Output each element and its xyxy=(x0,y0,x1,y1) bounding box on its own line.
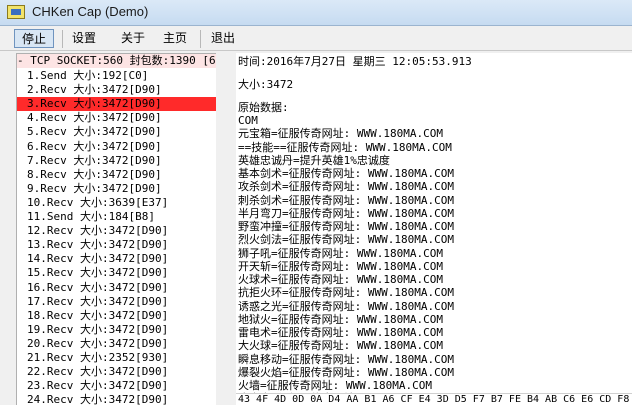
raw-data-line: 刺杀剑术=征服传奇网址: WWW.180MA.COM xyxy=(238,193,454,207)
packet-list-item[interactable]: 2.Recv 大小:3472[D90] xyxy=(17,83,216,97)
raw-data-line: 大火球=征服传奇网址: WWW.180MA.COM xyxy=(238,339,443,353)
raw-data-label: 原始数据: xyxy=(238,101,289,114)
raw-data-line: 雷电术=征服传奇网址: WWW.180MA.COM xyxy=(238,326,443,339)
raw-data-line: 野蛮冲撞=征服传奇网址: WWW.180MA.COM xyxy=(238,220,454,233)
raw-data-line: 攻杀剑术=征服传奇网址: WWW.180MA.COM xyxy=(238,180,454,194)
packet-list-item[interactable]: 5.Recv 大小:3472[D90] xyxy=(17,125,216,139)
app-icon xyxy=(7,5,25,19)
raw-data-line: COM xyxy=(238,114,258,127)
packet-list-item[interactable]: 4.Recv 大小:3472[D90] xyxy=(17,111,216,125)
packet-size: 大小:3472 xyxy=(238,78,294,91)
packet-tree[interactable]: - TCP SOCKET:560 封包数:1390 [60. 1.Send 大小… xyxy=(16,53,216,405)
title-bar: CHKen Cap (Demo) xyxy=(0,0,632,26)
toolbar-separator xyxy=(200,30,201,48)
hex-dump: 43 4F 4D 0D 0A D4 AA B1 A6 CF E4 3D D5 F… xyxy=(236,393,632,405)
raw-data-line: 狮子吼=征服传奇网址: WWW.180MA.COM xyxy=(238,246,443,260)
settings-button[interactable]: 设置 xyxy=(66,29,102,48)
packet-list-item[interactable]: 21.Recv 大小:2352[930] xyxy=(17,351,216,365)
packet-list-item[interactable]: 23.Recv 大小:3472[D90] xyxy=(17,379,216,393)
raw-data-line: 爆裂火焰=征服传奇网址: WWW.180MA.COM xyxy=(238,365,454,379)
about-button[interactable]: 关于 xyxy=(115,29,151,48)
raw-data-line: 元宝箱=征服传奇网址: WWW.180MA.COM xyxy=(238,127,443,141)
packet-list-item[interactable]: 3.Recv 大小:3472[D90] xyxy=(17,97,216,112)
raw-data-line: 开天斩=征服传奇网址: WWW.180MA.COM xyxy=(238,259,443,273)
exit-button[interactable]: 退出 xyxy=(205,29,241,48)
raw-data-line: 火球术=征服传奇网址: WWW.180MA.COM xyxy=(238,273,443,286)
stop-button[interactable]: 停止 xyxy=(14,29,54,48)
packet-list-item[interactable]: 10.Recv 大小:3639[E37] xyxy=(17,196,216,210)
packet-list-item[interactable]: 14.Recv 大小:3472[D90] xyxy=(17,252,216,266)
raw-data-line: 火墙=征服传奇网址: WWW.180MA.COM xyxy=(238,379,432,392)
packet-list-item[interactable]: 19.Recv 大小:3472[D90] xyxy=(17,323,216,337)
packet-list-item[interactable]: 22.Recv 大小:3472[D90] xyxy=(17,365,216,379)
raw-data-line: 烈火剑法=征服传奇网址: WWW.180MA.COM xyxy=(238,233,454,247)
packet-list-item[interactable]: 9.Recv 大小:3472[D90] xyxy=(17,182,216,196)
raw-data-line: 瞬息移动=征服传奇网址: WWW.180MA.COM xyxy=(238,352,454,366)
window-title: CHKen Cap (Demo) xyxy=(32,4,149,19)
raw-data-line: 诱惑之光=征服传奇网址: WWW.180MA.COM xyxy=(238,299,454,313)
packet-list-item[interactable]: 24.Recv 大小:3472[D90] xyxy=(17,393,216,405)
raw-data-line: ==技能==征服传奇网址: WWW.180MA.COM xyxy=(238,140,452,154)
packet-list-item[interactable]: 20.Recv 大小:3472[D90] xyxy=(17,337,216,351)
packet-list-item[interactable]: 13.Recv 大小:3472[D90] xyxy=(17,238,216,252)
toolbar-separator xyxy=(62,30,63,48)
raw-data-line: 抗拒火环=征服传奇网址: WWW.180MA.COM xyxy=(238,286,454,300)
raw-data-line: 英雄忠诚丹=提升英雄1%忠诚度 xyxy=(238,153,390,167)
packet-list-item[interactable]: 12.Recv 大小:3472[D90] xyxy=(17,224,216,238)
raw-data-line: 地狱火=征服传奇网址: WWW.180MA.COM xyxy=(238,312,443,326)
packet-list-item[interactable]: 15.Recv 大小:3472[D90] xyxy=(17,266,216,280)
tree-root-node[interactable]: - TCP SOCKET:560 封包数:1390 [60. xyxy=(17,54,216,68)
packet-list-item[interactable]: 17.Recv 大小:3472[D90] xyxy=(17,295,216,309)
home-button[interactable]: 主页 xyxy=(157,29,193,48)
pane-splitter[interactable] xyxy=(216,53,236,405)
packet-list-item[interactable]: 18.Recv 大小:3472[D90] xyxy=(17,309,216,323)
packet-list-item[interactable]: 6.Recv 大小:3472[D90] xyxy=(17,140,216,154)
packet-list-item[interactable]: 1.Send 大小:192[C0] xyxy=(17,69,216,83)
raw-data-line: 半月弯刀=征服传奇网址: WWW.180MA.COM xyxy=(238,206,454,220)
packet-detail-pane[interactable]: 时间:2016年7月27日 星期三 12:05:53.913 大小:3472 原… xyxy=(236,53,632,405)
packet-list-item[interactable]: 8.Recv 大小:3472[D90] xyxy=(17,168,216,182)
packet-list-item[interactable]: 7.Recv 大小:3472[D90] xyxy=(17,154,216,168)
raw-data-line: 基本剑术=征服传奇网址: WWW.180MA.COM xyxy=(238,167,454,180)
packet-time: 时间:2016年7月27日 星期三 12:05:53.913 xyxy=(238,55,472,68)
packet-list-item[interactable]: 11.Send 大小:184[B8] xyxy=(17,210,216,224)
packet-list-item[interactable]: 16.Recv 大小:3472[D90] xyxy=(17,281,216,295)
toolbar: 停止 设置 关于 主页 退出 xyxy=(0,27,632,51)
